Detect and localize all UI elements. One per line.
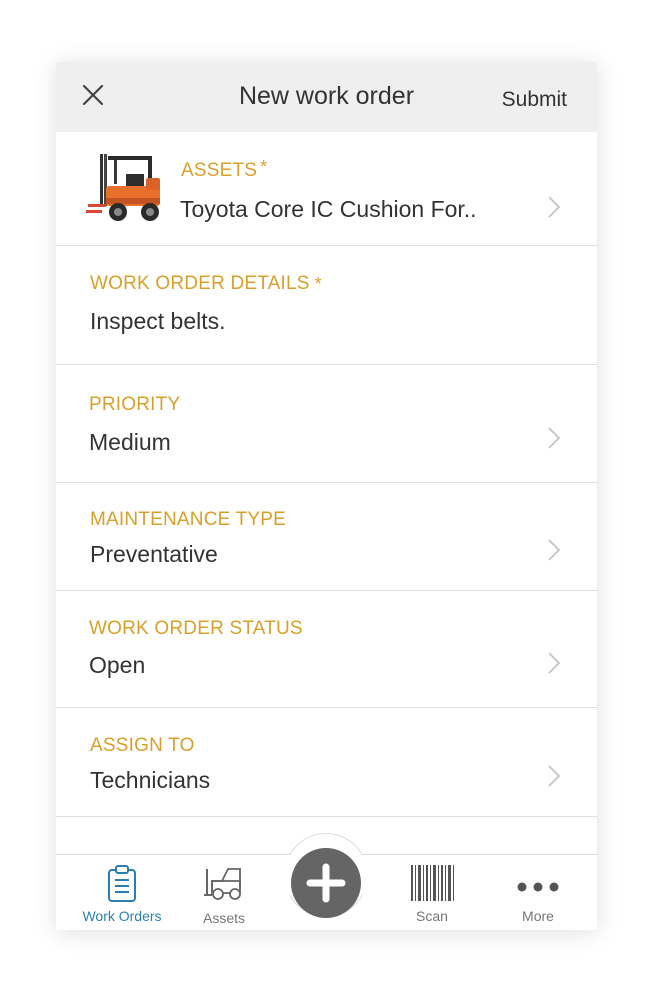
assets-value: Toyota Core IC Cushion For.. [180, 196, 477, 222]
ellipsis-icon [517, 882, 559, 892]
required-mark: * [260, 157, 268, 177]
tab-label: Work Orders [82, 908, 162, 924]
chevron-right-icon [548, 765, 561, 787]
clipboard-icon [108, 865, 136, 902]
work-order-details-row[interactable]: WORK ORDER DETAILS * Inspect belts. [56, 246, 597, 365]
work-order-status-row[interactable]: WORK ORDER STATUS Open [56, 591, 597, 708]
priority-row[interactable]: PRIORITY Medium [56, 365, 597, 483]
maintenance-type-value: Preventative [90, 541, 218, 567]
add-button[interactable] [291, 848, 361, 918]
details-value: Inspect belts. [90, 308, 226, 334]
barcode-icon [411, 865, 454, 901]
tab-label: Assets [202, 910, 245, 926]
plus-icon [306, 863, 346, 903]
maintenance-type-label: MAINTENANCE TYPE [90, 509, 287, 530]
tab-assets[interactable]: Assets [180, 855, 268, 930]
details-label-text: WORK ORDER DETAILS [90, 273, 310, 294]
priority-label: PRIORITY [89, 394, 181, 415]
chevron-right-icon [548, 196, 561, 218]
phone-screen: New work order Submit ASSETS * Toyota Cor… [56, 62, 597, 930]
assets-label: ASSETS * [181, 157, 268, 182]
tab-label: Scan [416, 908, 448, 924]
status-value: Open [89, 652, 146, 678]
maintenance-type-row[interactable]: MAINTENANCE TYPE Preventative [56, 483, 597, 591]
priority-value: Medium [89, 429, 171, 455]
assets-label-text: ASSETS [181, 160, 258, 181]
tab-label: More [522, 908, 554, 924]
close-button[interactable] [78, 82, 108, 112]
forklift-icon [204, 868, 241, 900]
status-label: WORK ORDER STATUS [89, 618, 303, 639]
details-label: WORK ORDER DETAILS * [90, 273, 322, 295]
header-bar: New work order Submit [56, 62, 597, 132]
assign-to-value: Technicians [90, 767, 211, 793]
required-mark: * [314, 274, 322, 294]
submit-button[interactable]: Submit [502, 88, 567, 112]
tab-more[interactable]: More [494, 855, 582, 930]
tab-work-orders[interactable]: Work Orders [70, 855, 174, 930]
chevron-right-icon [548, 652, 561, 674]
assets-row[interactable]: ASSETS * Toyota Core IC Cushion For.. [56, 132, 597, 246]
chevron-right-icon [548, 427, 561, 449]
forklift-thumbnail [86, 154, 160, 221]
assign-to-row[interactable]: ASSIGN TO Technicians [56, 708, 597, 817]
tab-scan[interactable]: Scan [388, 855, 476, 930]
chevron-right-icon [548, 539, 561, 561]
close-icon [82, 84, 104, 106]
assign-to-label: ASSIGN TO [90, 735, 195, 756]
